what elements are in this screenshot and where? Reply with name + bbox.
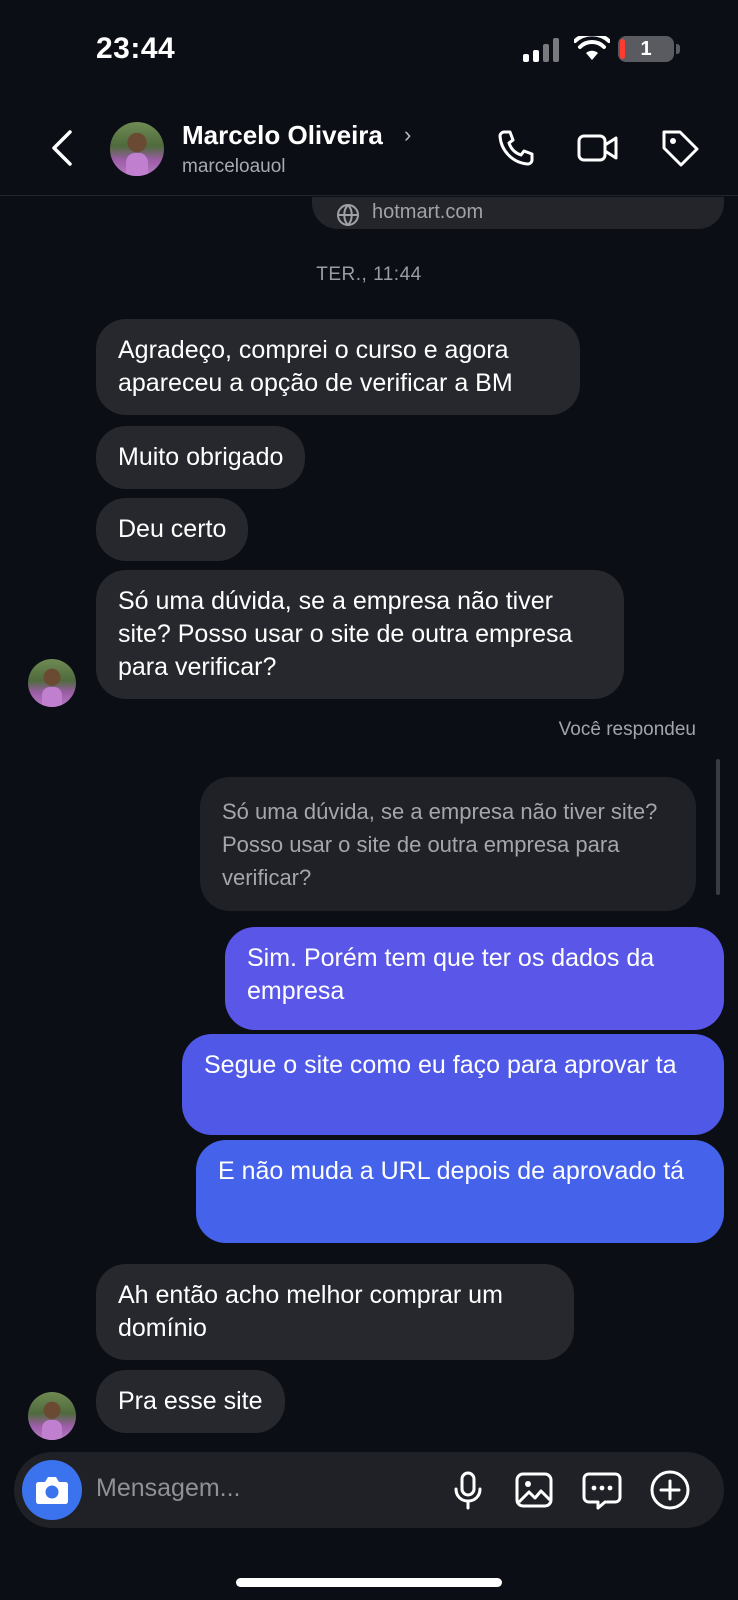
chevron-right-icon[interactable]: › [404, 122, 411, 148]
sender-avatar[interactable] [28, 659, 76, 707]
message-input[interactable]: Mensagem... [96, 1474, 241, 1503]
chat-timestamp: TER., 11:44 [316, 264, 422, 285]
cellular-signal-icon [523, 38, 561, 62]
gallery-icon[interactable] [512, 1468, 556, 1512]
back-icon[interactable] [42, 126, 82, 170]
status-time: 23:44 [96, 32, 176, 65]
incoming-message[interactable]: Agradeço, comprei o curso e agora aparec… [96, 319, 580, 415]
add-icon[interactable] [648, 1468, 692, 1512]
contact-username[interactable]: marceloauol [182, 156, 286, 178]
sticker-icon[interactable] [580, 1468, 624, 1512]
phone-icon[interactable] [494, 126, 538, 170]
link-preview-card[interactable]: hotmart.com [312, 197, 724, 229]
reply-label: Você respondeu [558, 719, 696, 740]
chat-header: Marcelo Oliveira › marceloauol [0, 100, 738, 196]
sender-avatar[interactable] [28, 1392, 76, 1440]
incoming-message[interactable]: Deu certo [96, 498, 249, 561]
message-list[interactable]: hotmart.com TER., 11:44 Agradeço, compre… [0, 197, 738, 1452]
battery-level: 1 [640, 38, 652, 60]
scrollbar[interactable] [716, 759, 720, 895]
microphone-icon[interactable] [446, 1468, 490, 1512]
status-bar: 23:44 1 [0, 0, 738, 100]
video-icon[interactable] [576, 126, 620, 170]
incoming-message[interactable]: Pra esse site [96, 1370, 285, 1433]
camera-icon [36, 1477, 68, 1504]
tag-icon[interactable] [658, 126, 702, 170]
link-preview-domain: hotmart.com [372, 201, 484, 223]
contact-avatar[interactable] [110, 122, 164, 176]
globe-icon [337, 204, 359, 226]
outgoing-message[interactable]: Segue o site como eu faço para aprovar t… [182, 1034, 724, 1135]
wifi-icon [574, 36, 610, 60]
battery-icon: 1 [618, 36, 674, 62]
quoted-message[interactable]: Só uma dúvida, se a empresa não tiver si… [200, 777, 696, 911]
incoming-message[interactable]: Só uma dúvida, se a empresa não tiver si… [96, 570, 624, 699]
battery-cap [676, 44, 680, 54]
home-indicator[interactable] [236, 1578, 502, 1587]
camera-button[interactable] [22, 1460, 82, 1520]
contact-name[interactable]: Marcelo Oliveira [182, 120, 383, 151]
message-composer: Mensagem... [14, 1452, 724, 1528]
incoming-message[interactable]: Muito obrigado [96, 426, 306, 489]
incoming-message[interactable]: Ah então acho melhor comprar um domínio [96, 1264, 574, 1360]
outgoing-message[interactable]: E não muda a URL depois de aprovado tá [196, 1140, 724, 1243]
outgoing-message[interactable]: Sim. Porém tem que ter os dados da empre… [225, 927, 724, 1030]
